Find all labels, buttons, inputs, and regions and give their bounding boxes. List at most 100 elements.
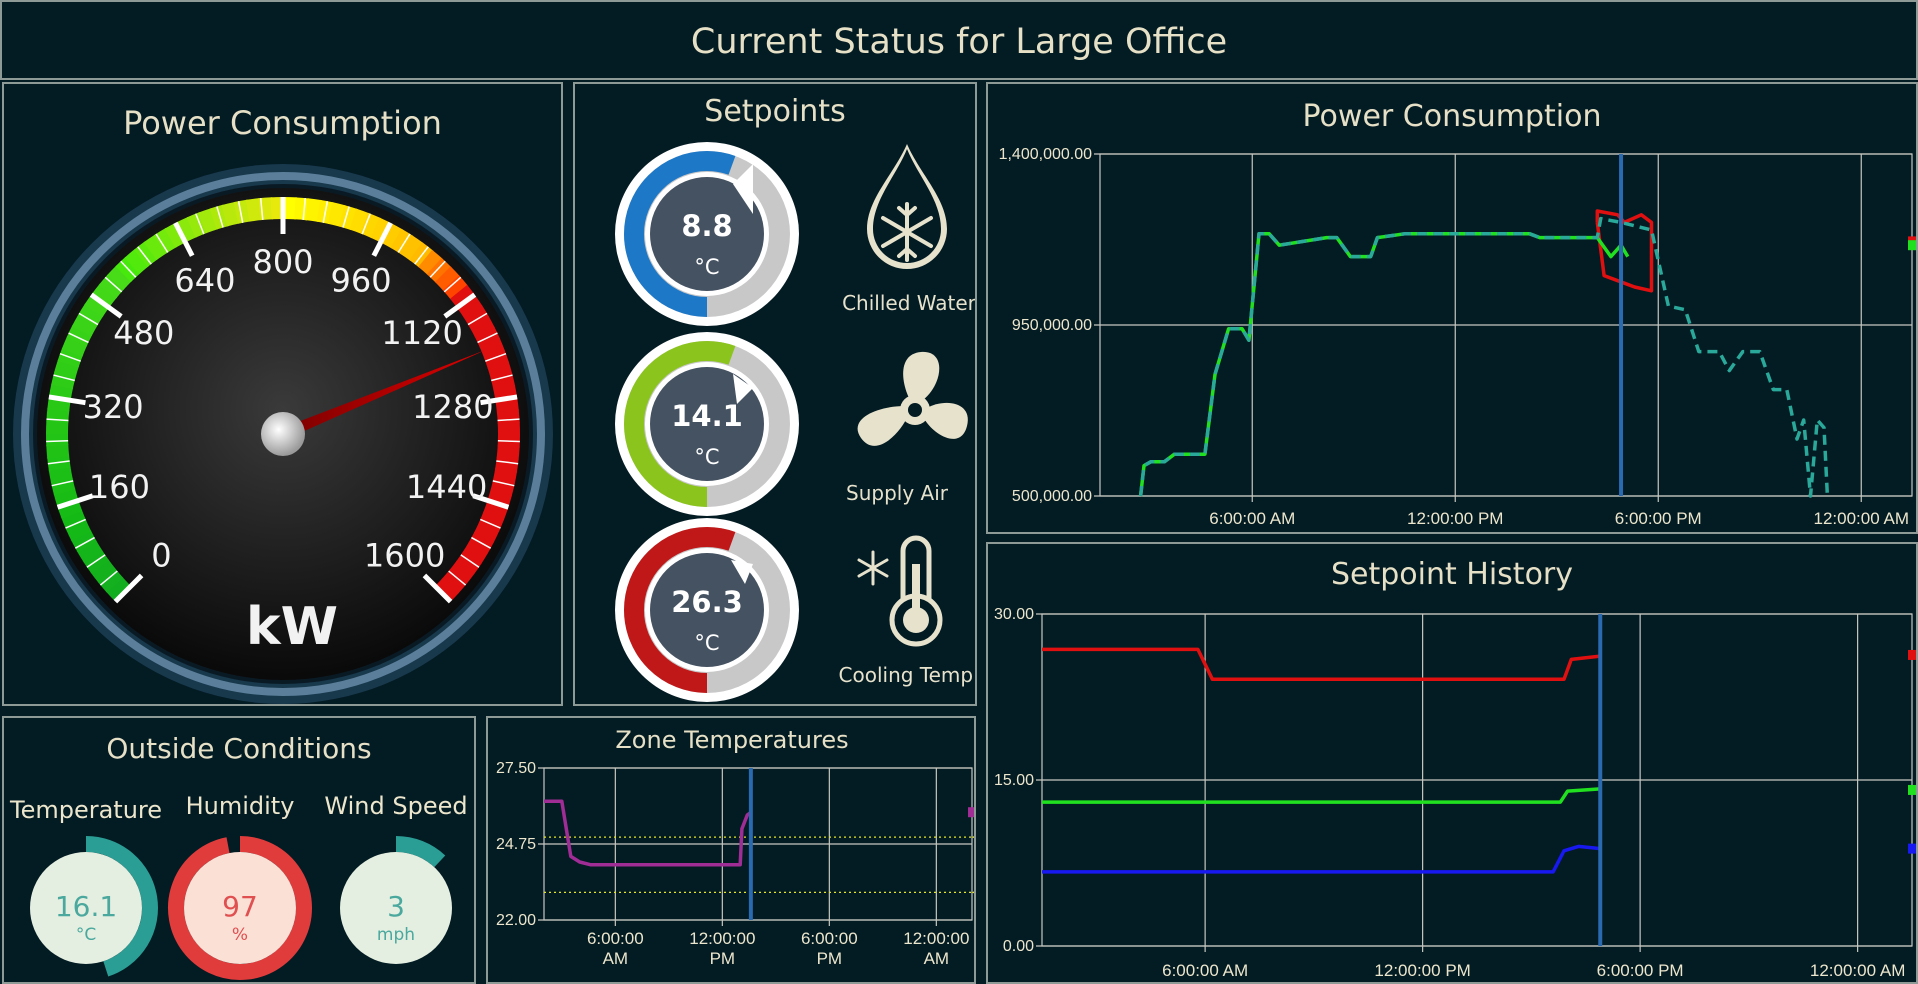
chart-title: Power Consumption bbox=[1303, 99, 1602, 134]
outside-conditions-panel: Outside Conditions Temperature 16.1 °C H… bbox=[2, 716, 476, 984]
gauge-band-segment bbox=[48, 466, 73, 484]
edge-value-marker bbox=[1908, 843, 1916, 854]
setpoint-unit: °C bbox=[694, 631, 719, 655]
x-tick-label: 12:00:00 AM bbox=[1814, 509, 1909, 528]
gauge-tick-label: 640 bbox=[174, 262, 235, 300]
gauge-band-segment bbox=[106, 265, 133, 291]
x-tick-label: 6:00:00 bbox=[801, 929, 858, 948]
y-tick-label: 22.00 bbox=[496, 912, 536, 929]
power-gauge-panel: Power Consumption 0 160 320 480 640 800 960 112… bbox=[2, 82, 563, 706]
gauge-band-segment bbox=[496, 445, 520, 461]
gauge-band-segment bbox=[90, 559, 116, 584]
gauge-band-segment bbox=[61, 336, 88, 358]
power-consumption-chart[interactable]: Power Consumption 1,400,000.00 950,000.00 5… bbox=[988, 84, 1916, 532]
gauge-tick-label: 960 bbox=[331, 262, 392, 300]
setpoint-value: 26.3 bbox=[671, 585, 743, 619]
gauge-band-segment bbox=[198, 208, 219, 234]
zone-temperatures-chart[interactable]: Zone Temperatures27.5024.7522.006:00:00A… bbox=[488, 718, 974, 982]
edge-value-marker bbox=[1908, 784, 1916, 795]
setpoint-cooling-temp: 26.3 °C Cooling Temp. bbox=[615, 518, 975, 702]
gauge-band-segment bbox=[327, 202, 346, 227]
setpoint-label: Supply Air bbox=[846, 481, 949, 505]
gauge-band-segment bbox=[349, 208, 370, 234]
gauge-minor-tick bbox=[46, 440, 69, 443]
setpoint-history-chart[interactable]: Setpoint History 30.00 15.00 0.00 6:00:00 AM… bbox=[988, 544, 1916, 982]
gauge-band-segment bbox=[305, 198, 322, 222]
gauge-tick-label: 1280 bbox=[412, 388, 493, 426]
x-tick-label: 12:00:00 PM bbox=[1407, 509, 1503, 528]
series-line-0 bbox=[544, 799, 752, 867]
page-title: Current Status for Large Office bbox=[690, 22, 1228, 62]
gauge-band-segment bbox=[50, 477, 76, 496]
x-tick-label: AM bbox=[603, 949, 629, 968]
zone-temperatures-panel: Zone Temperatures 27.50 24.75 22.00 6:00:00 A… bbox=[486, 716, 976, 984]
outside-unit: mph bbox=[377, 925, 415, 945]
outside-label: Wind Speed bbox=[324, 792, 467, 820]
gauge-tick-label: 480 bbox=[113, 314, 174, 352]
setpoint-supply-air: 14.1 °C Supply Air bbox=[615, 332, 968, 516]
power-chart-panel: Power Consumption 1,400,000.00 950,000.00 5… bbox=[986, 82, 1918, 534]
gauge-minor-tick bbox=[497, 440, 520, 443]
gauge-band-segment bbox=[65, 520, 92, 542]
x-tick-label: 12:00:00 bbox=[689, 929, 755, 948]
setpoint-chilled-water: 8.8 °C Chilled Water bbox=[615, 142, 975, 326]
x-tick-label: AM bbox=[924, 949, 950, 968]
outside-value: 16.1 bbox=[55, 890, 117, 923]
gauge-band-segment bbox=[71, 314, 98, 337]
y-tick-label: 950,000.00 bbox=[1012, 317, 1092, 334]
x-tick-label: 6:00:00 PM bbox=[1615, 509, 1702, 528]
y-tick-label: 24.75 bbox=[496, 836, 536, 853]
setpoint-unit: °C bbox=[694, 445, 719, 469]
gauge-tick-label: 160 bbox=[89, 468, 150, 506]
x-tick-label: 6:00:00 bbox=[587, 929, 644, 948]
gauge-band-segment bbox=[473, 521, 500, 544]
series-line-2 bbox=[1042, 844, 1601, 874]
gauge-band-segment bbox=[221, 201, 240, 227]
gauge-band-segment bbox=[46, 443, 70, 459]
x-tick-label: 6:00:00 AM bbox=[1209, 509, 1295, 528]
gauge-band-segment bbox=[245, 198, 263, 222]
edge-value-marker bbox=[1908, 240, 1916, 251]
series-line-1 bbox=[1138, 232, 1630, 497]
gauge-tick-label: 1120 bbox=[381, 314, 462, 352]
gauge-band-segment bbox=[143, 234, 168, 261]
gauge-band-segment bbox=[495, 456, 519, 473]
setpoint-label: Cooling Temp. bbox=[839, 663, 975, 687]
outside-label: Temperature bbox=[9, 796, 162, 824]
y-tick-label: 30.00 bbox=[994, 606, 1034, 623]
gauge-unit: kW bbox=[246, 597, 338, 657]
gauge-band-segment bbox=[487, 360, 513, 380]
x-tick-label: 12:00:00 bbox=[903, 929, 969, 948]
edge-value-marker bbox=[1908, 649, 1916, 660]
outside-gauges: Temperature 16.1 °C Humidity 97 % Wind S… bbox=[9, 792, 468, 980]
x-tick-label: 12:00:00 AM bbox=[1810, 961, 1905, 980]
outside-temperature: Temperature 16.1 °C bbox=[9, 796, 162, 977]
gauge-band-segment bbox=[483, 349, 509, 370]
gauge-band-segment bbox=[51, 371, 76, 390]
outside-humidity: Humidity 97 % bbox=[168, 792, 312, 980]
gauge-band-segment bbox=[434, 266, 461, 292]
thermometer-snowflake-icon bbox=[857, 535, 943, 647]
gauge-band-segment bbox=[124, 248, 149, 275]
gauge-band-segment bbox=[76, 540, 103, 564]
edge-value-marker bbox=[968, 807, 974, 818]
gauge-band-segment bbox=[233, 199, 251, 224]
gauge-hub bbox=[261, 412, 305, 456]
gauge-tick-label: 320 bbox=[83, 388, 144, 426]
gauge-tick-label: 800 bbox=[252, 243, 313, 281]
x-tick-label: 12:00:00 PM bbox=[1374, 961, 1470, 980]
outside-unit: % bbox=[232, 925, 248, 945]
x-tick-label: 6:00:00 AM bbox=[1162, 961, 1248, 980]
gauge-tick-label: 1600 bbox=[364, 537, 445, 575]
gauge-tick-label: 1440 bbox=[406, 468, 487, 506]
chart-title: Zone Temperatures bbox=[615, 726, 848, 754]
setpoints-panel: Setpoints 8.8 °C Chilled Water 14.1 °C S… bbox=[573, 82, 977, 706]
outside-wind-speed: Wind Speed 3 mph bbox=[324, 792, 468, 964]
setpoint-value: 14.1 bbox=[671, 399, 743, 433]
outside-unit: °C bbox=[76, 925, 96, 945]
x-tick-label: 6:00:00 PM bbox=[1597, 961, 1684, 980]
gauge-band-segment bbox=[449, 560, 475, 585]
y-tick-label: 500,000.00 bbox=[1012, 488, 1092, 505]
series-line-2 bbox=[1138, 216, 1830, 498]
gauge-band-segment bbox=[338, 205, 358, 231]
